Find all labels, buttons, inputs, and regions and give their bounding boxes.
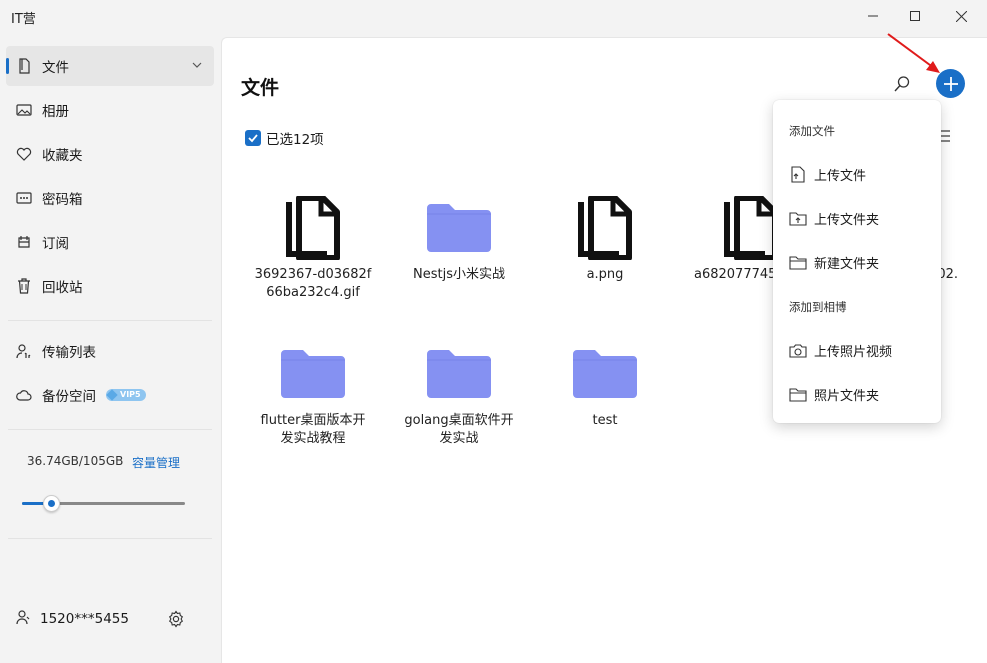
gear-icon [168, 610, 184, 628]
folder-tile[interactable]: golang桌面软件开 发实战 [394, 342, 524, 472]
sidebar-item-label: 收藏夹 [42, 148, 83, 164]
sidebar-item-transfer-list[interactable]: 传输列表 [6, 331, 214, 371]
menu-item-label: 上传照片视频 [814, 344, 893, 360]
file-name: a.png [586, 267, 624, 282]
sidebar-item-label: 回收站 [42, 280, 83, 296]
file-tile[interactable]: 3692367-d03682f 66ba232c4.gif [248, 196, 378, 326]
trash-icon [16, 278, 32, 294]
settings-button[interactable] [166, 609, 186, 629]
folder-icon [281, 342, 345, 406]
menu-item-label: 上传文件 [814, 168, 867, 184]
menu-item-label: 新建文件夹 [814, 256, 880, 272]
sidebar-item-subscriptions[interactable]: 订阅 [6, 222, 214, 262]
upload-file-icon [789, 165, 807, 183]
select-all-checkbox[interactable] [245, 130, 261, 146]
folder-tile[interactable]: Nestjs小米实战 [394, 196, 524, 326]
selection-count: 已选12项 [266, 132, 324, 148]
file-name: 3692367-d03682f 66ba232c4.gif [254, 267, 372, 300]
sidebar-divider [8, 429, 212, 430]
title-bar: IT营 [0, 0, 987, 34]
sidebar: 文件 相册 收藏夹 密码箱 订阅 回收站 传输列表 备份空间 VIP5 36.7… [0, 34, 221, 663]
active-indicator [6, 58, 9, 74]
folder-icon [427, 196, 491, 260]
file-name: flutter桌面版本开 发实战教程 [260, 413, 366, 446]
menu-item-upload-photos-videos[interactable]: 上传照片视频 [777, 332, 937, 368]
sidebar-divider [8, 320, 212, 321]
user-name: 1520***5455 [40, 611, 129, 627]
document-icon [281, 196, 345, 260]
chevron-down-icon [192, 59, 202, 74]
menu-item-upload-file[interactable]: 上传文件 [777, 156, 937, 192]
folder-tile[interactable]: test [540, 342, 670, 472]
close-icon [955, 10, 967, 22]
menu-item-label: 照片文件夹 [814, 388, 880, 404]
storage-manage-link[interactable]: 容量管理 [132, 454, 180, 471]
folder-tile[interactable]: flutter桌面版本开 发实战教程 [248, 342, 378, 472]
storage-slider-thumb[interactable] [43, 495, 60, 512]
sidebar-item-label: 备份空间 [42, 389, 96, 405]
camera-icon [789, 341, 807, 359]
select-all-row[interactable]: 已选12项 [245, 128, 324, 148]
file-name: golang桌面软件开 发实战 [404, 413, 514, 446]
sidebar-item-photos[interactable]: 相册 [6, 90, 214, 130]
user-account[interactable]: 1520***5455 [16, 609, 129, 629]
document-icon [573, 196, 637, 260]
file-icon [16, 58, 32, 74]
folder-icon [427, 342, 491, 406]
new-folder-icon [789, 253, 807, 271]
sidebar-item-favorites[interactable]: 收藏夹 [6, 134, 214, 174]
sidebar-item-recycle-bin[interactable]: 回收站 [6, 266, 214, 306]
file-tile[interactable]: a.png [540, 196, 670, 326]
vip-badge: VIP5 [106, 389, 146, 401]
minimize-icon [868, 15, 878, 17]
photo-folder-icon [789, 385, 807, 403]
transfer-icon [16, 343, 32, 359]
sidebar-item-label: 订阅 [42, 236, 69, 252]
file-name: test [592, 413, 618, 428]
annotation-arrow [887, 33, 940, 73]
menu-section-add-files: 添加文件 [789, 124, 835, 138]
check-icon [248, 134, 258, 143]
sidebar-item-label: 文件 [42, 60, 69, 76]
maximize-icon [910, 11, 920, 21]
maximize-button[interactable] [892, 0, 938, 32]
password-icon [16, 190, 32, 206]
menu-item-photo-folder[interactable]: 照片文件夹 [777, 376, 937, 412]
cloud-icon [16, 387, 32, 403]
menu-section-add-to-album: 添加到相博 [789, 300, 847, 314]
plus-icon [943, 76, 958, 91]
storage-slider[interactable] [22, 495, 185, 512]
subscribe-icon [16, 234, 32, 250]
sidebar-divider [8, 538, 212, 539]
storage-usage-text: 36.74GB/105GB [27, 454, 124, 468]
close-button[interactable] [938, 0, 984, 32]
sidebar-item-label: 传输列表 [42, 345, 96, 361]
sidebar-item-backup-space[interactable]: 备份空间 VIP5 [6, 375, 214, 415]
add-menu: 添加文件 上传文件 上传文件夹 新建文件夹 添加到相博 上传照片视频 照片文件夹 [773, 100, 941, 423]
user-icon [16, 609, 30, 629]
sidebar-item-label: 相册 [42, 104, 69, 120]
menu-item-label: 上传文件夹 [814, 212, 880, 228]
menu-item-upload-folder[interactable]: 上传文件夹 [777, 200, 937, 236]
sidebar-item-password-box[interactable]: 密码箱 [6, 178, 214, 218]
page-title: 文件 [241, 77, 280, 99]
menu-item-new-folder[interactable]: 新建文件夹 [777, 244, 937, 280]
photo-icon [16, 102, 32, 118]
app-title: IT营 [11, 12, 36, 27]
minimize-button[interactable] [850, 0, 896, 32]
upload-folder-icon [789, 209, 807, 227]
sidebar-item-label: 密码箱 [42, 192, 83, 208]
heart-icon [16, 146, 32, 162]
file-name: Nestjs小米实战 [413, 267, 505, 282]
folder-icon [573, 342, 637, 406]
sidebar-item-files[interactable]: 文件 [6, 46, 214, 86]
